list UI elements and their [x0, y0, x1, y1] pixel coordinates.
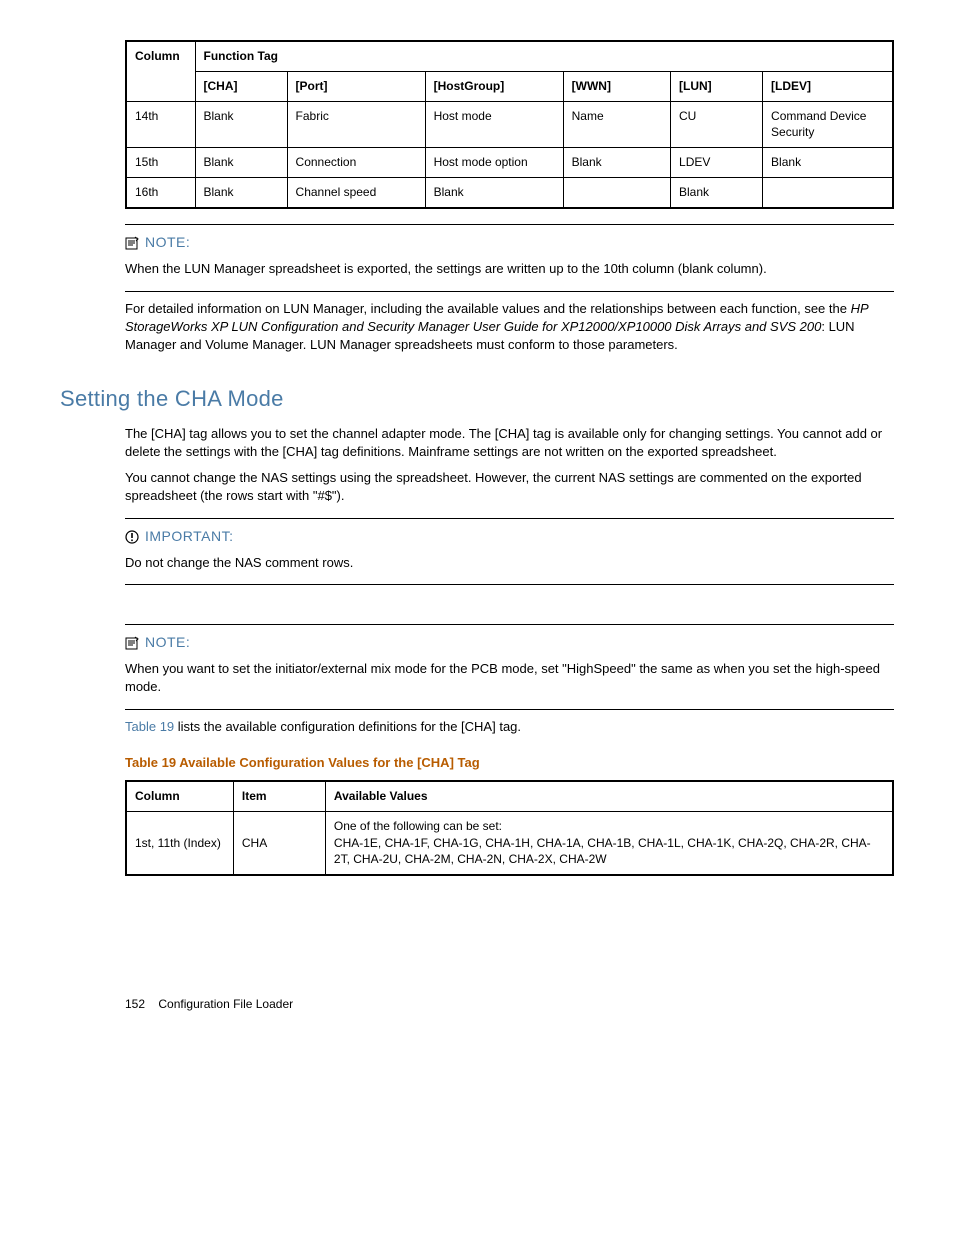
table-row: 14th Blank Fabric Host mode Name CU Comm… [126, 101, 893, 148]
important-text: Do not change the NAS comment rows. [125, 554, 894, 572]
col-wwn: [WWN] [563, 71, 670, 101]
divider [125, 709, 894, 710]
table-row: 1st, 11th (In­dex) CHA One of the follow… [126, 811, 893, 875]
paragraph: For detailed information on LUN Manager,… [125, 300, 894, 355]
function-tag-table: Column Function Tag [CHA] [Port] [HostGr… [125, 40, 894, 209]
note-block: NOTE: When you want to set the initiator… [125, 633, 894, 697]
table-link[interactable]: Table 19 [125, 719, 174, 734]
important-block: IMPORTANT: Do not change the NAS comment… [125, 527, 894, 573]
note-label: NOTE: [145, 634, 190, 650]
note-block: NOTE: When the LUN Manager spreadsheet i… [125, 233, 894, 279]
paragraph: You cannot change the NAS settings using… [125, 469, 894, 505]
col-lun: [LUN] [671, 71, 763, 101]
divider [125, 584, 894, 585]
section-heading: Setting the CHA Mode [60, 384, 894, 415]
divider [125, 291, 894, 292]
paragraph: The [CHA] tag allows you to set the chan… [125, 425, 894, 461]
paragraph: Table 19 lists the available configurati… [125, 718, 894, 736]
divider [125, 624, 894, 625]
divider [125, 518, 894, 519]
footer-title: Configuration File Loader [158, 997, 293, 1011]
col-item: Item [233, 781, 325, 811]
important-icon [125, 530, 141, 544]
col-column: Column [126, 41, 195, 101]
col-values: Available Values [325, 781, 893, 811]
table-row: 16th Blank Channel speed Blank Blank [126, 177, 893, 207]
col-port: [Port] [287, 71, 425, 101]
col-hostgroup: [HostGroup] [425, 71, 563, 101]
page-footer: 152 Configuration File Loader [125, 996, 894, 1013]
table-caption: Table 19 Available Configuration Values … [125, 754, 894, 772]
note-text: When you want to set the initiator/exter… [125, 660, 894, 696]
note-icon [125, 636, 141, 650]
table-row: 15th Blank Connection Host mode op­tion … [126, 148, 893, 178]
note-icon [125, 236, 141, 250]
page-number: 152 [125, 997, 145, 1011]
divider [125, 224, 894, 225]
col-cha: [CHA] [195, 71, 287, 101]
col-ldev: [LDEV] [763, 71, 893, 101]
note-label: NOTE: [145, 234, 190, 250]
note-text: When the LUN Manager spreadsheet is expo… [125, 260, 894, 278]
important-label: IMPORTANT: [145, 528, 234, 544]
cha-values-table: Column Item Available Values 1st, 11th (… [125, 780, 894, 876]
col-function-tag: Function Tag [195, 41, 893, 71]
col-column: Column [126, 781, 233, 811]
